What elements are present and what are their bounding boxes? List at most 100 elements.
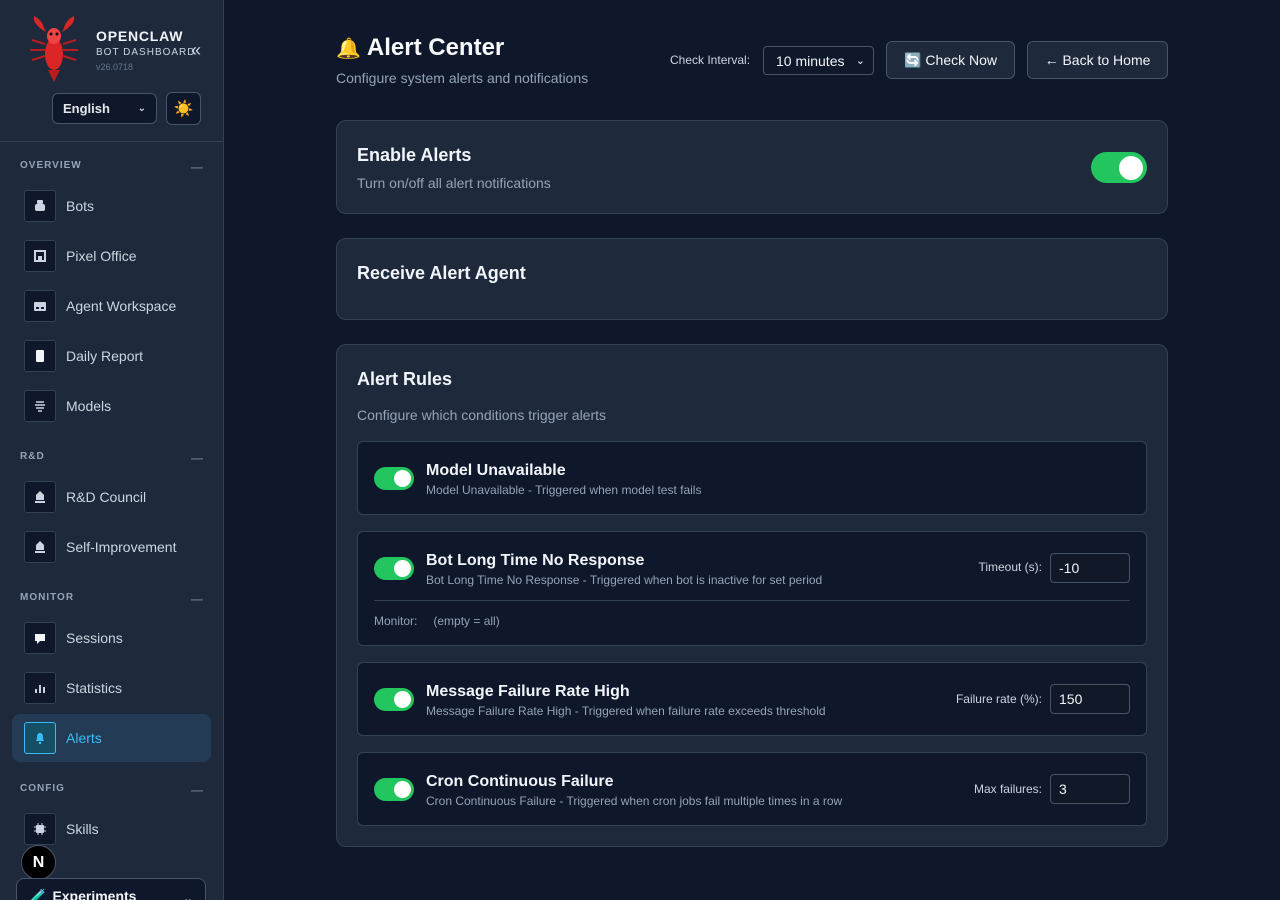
sidebar-item-label: Statistics [66,680,123,696]
sidebar-item-daily-report[interactable]: Daily Report [12,332,211,380]
brand-version: v26.0718 [96,62,134,72]
section-title: MONITOR [20,592,75,603]
lobster-logo-icon [30,16,78,82]
sidebar-item-rnd-council[interactable]: R&D Council [12,473,211,521]
bell-icon [24,722,56,754]
alert-rules-subtitle: Configure which conditions trigger alert… [357,407,607,423]
enable-alerts-toggle[interactable] [1091,152,1147,183]
toggle-knob [1119,155,1143,180]
check-now-button[interactable]: 🔄 Check Now [886,41,1015,79]
brand-name: OPENCLAW [96,28,184,44]
monitor-label: Monitor: [374,614,418,628]
rule-title: Model Unavailable [426,462,566,479]
page-title: 🔔 Alert Center [336,34,504,62]
rule-toggle[interactable] [374,778,414,801]
sidebar-item-statistics[interactable]: Statistics [12,664,211,712]
receive-alert-agent-title: Receive Alert Agent [357,263,526,283]
rule-toggle[interactable] [374,557,414,580]
bot-icon [24,190,56,222]
section-monitor[interactable]: MONITOR — [20,592,204,606]
failure-rate-input[interactable] [1050,684,1130,714]
toggle-knob [394,781,411,798]
rule-description: Cron Continuous Failure - Triggered when… [426,794,843,808]
rule-title: Bot Long Time No Response [426,552,645,569]
sidebar-item-label: Skills [66,821,99,837]
sidebar-item-label: Self-Improvement [66,539,177,555]
alert-rules-card: Alert Rules Configure which conditions t… [336,344,1168,847]
sidebar-item-agent-workspace[interactable]: Agent Workspace [12,282,211,330]
chevron-down-icon: ⌄ [137,103,146,114]
section-rnd[interactable]: R&D — [20,451,204,465]
sidebar-item-models[interactable]: Models [12,382,211,430]
sessions-icon [24,622,56,654]
back-home-button[interactable]: ← Back to Home [1027,41,1168,79]
toggle-knob [394,560,411,577]
language-select[interactable]: English ⌄ [52,93,157,124]
bar-chart-icon [24,672,56,704]
rule-cron-failure: Cron Continuous Failure Cron Continuous … [357,752,1147,826]
alert-rules-title: Alert Rules [357,369,453,389]
experiments-panel[interactable]: 🧪 Experiments ⌄ [16,878,206,900]
sidebar-item-label: R&D Council [66,489,147,505]
theme-toggle-button[interactable]: ☀️ [166,92,201,125]
flask-icon: 🧪 [29,888,47,900]
rule-toggle[interactable] [374,467,414,490]
rule-divider [374,600,1130,601]
page-title-text: Alert Center [366,34,505,61]
sidebar-item-pixel-office[interactable]: Pixel Office [12,232,211,280]
council-icon [24,481,56,513]
rule-title: Cron Continuous Failure [426,773,614,790]
collapse-section-icon[interactable]: — [191,783,204,797]
sidebar-item-label: Bots [66,198,95,214]
sun-icon: ☀️ [173,100,194,118]
check-now-label: Check Now [925,52,998,68]
chevron-down-icon: ⌄ [182,891,193,900]
check-interval-select[interactable]: 10 minutes ⌄ [763,46,874,75]
max-failures-input[interactable] [1050,774,1130,804]
chevron-down-icon: ⌄ [855,55,865,67]
sidebar-item-alerts[interactable]: Alerts [12,714,211,762]
improvement-icon [24,531,56,563]
rule-title: Message Failure Rate High [426,683,630,700]
sidebar-item-bots[interactable]: Bots [12,182,211,230]
max-failures-label: Max failures: [973,782,1042,796]
experiments-label: Experiments [52,888,137,900]
bell-icon: 🔔 [336,37,361,60]
section-config[interactable]: CONFIG — [20,783,204,797]
sidebar-item-label: Models [66,398,112,414]
sidebar-item-label: Agent Workspace [66,298,177,314]
timeout-input[interactable] [1050,553,1130,583]
collapse-section-icon[interactable]: — [191,592,204,606]
toggle-knob [394,470,411,487]
check-interval-label: Check Interval: [670,53,751,67]
sidebar-item-sessions[interactable]: Sessions [12,614,211,662]
refresh-icon: 🔄 [903,51,922,68]
report-icon [24,340,56,372]
section-title: OVERVIEW [20,160,82,171]
collapse-sidebar-icon[interactable]: « [191,40,201,61]
dev-badge[interactable]: N [21,845,56,880]
enable-alerts-title: Enable Alerts [357,145,472,165]
timeout-label: Timeout (s): [978,560,1042,574]
section-overview[interactable]: OVERVIEW — [20,160,204,174]
enable-alerts-card: Enable Alerts Turn on/off all alert noti… [336,120,1168,214]
collapse-section-icon[interactable]: — [191,160,204,174]
rule-model-unavailable: Model Unavailable Model Unavailable - Tr… [357,441,1147,515]
rule-toggle[interactable] [374,688,414,711]
collapse-section-icon[interactable]: — [191,451,204,465]
monitor-row: Monitor: (empty = all) [374,614,500,628]
failure-rate-label: Failure rate (%): [955,692,1042,706]
toggle-knob [394,691,411,708]
monitor-value: (empty = all) [433,614,500,628]
receive-alert-agent-card: Receive Alert Agent [336,238,1168,320]
office-icon [24,240,56,272]
models-icon [24,390,56,422]
section-title: R&D [20,451,45,462]
page-subtitle: Configure system alerts and notification… [336,70,589,86]
rule-description: Bot Long Time No Response - Triggered wh… [426,573,823,587]
section-title: CONFIG [20,783,65,794]
skills-icon [24,813,56,845]
sidebar-item-label: Sessions [66,630,123,646]
check-interval-value: 10 minutes [776,52,845,69]
sidebar-item-self-improvement[interactable]: Self-Improvement [12,523,211,571]
